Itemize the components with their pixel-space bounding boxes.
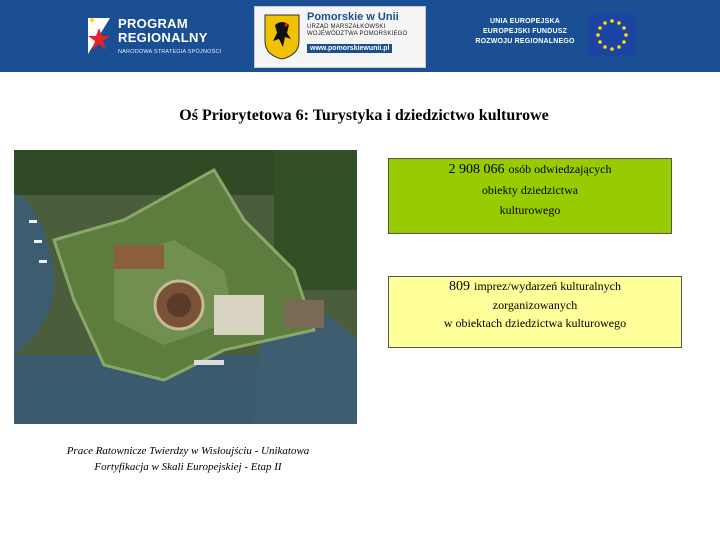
caption-line2: Fortyfikacja w Skali Europejskiej - Etap…	[94, 461, 282, 473]
griffin-shield-icon	[264, 14, 300, 60]
eu-line1: UNIA EUROPEJSKA	[489, 18, 561, 25]
visitors-line1: osób odwiedzających	[508, 162, 612, 176]
events-line1: imprez/wydarzeń kulturalnych	[474, 279, 621, 293]
events-line2: zorganizowanych	[492, 298, 578, 312]
program-subtitle: NARODOWA STRATEGIA SPÓJNOŚCI	[118, 49, 222, 55]
pomorskie-title: Pomorskie w Unii	[307, 11, 399, 23]
visitors-line2: obiekty dziedzictwa	[481, 183, 579, 197]
photo-caption: Prace Ratownicze Twierdzy w Wisłoujściu …	[40, 443, 336, 475]
eu-flag-icon	[588, 14, 636, 56]
eu-fund-label: UNIA EUROPEJSKA EUROPEJSKI FUNDUSZ ROZWO…	[465, 17, 585, 47]
program-title-line2: REGIONALNY	[118, 30, 208, 45]
eu-line2: EUROPEJSKI FUNDUSZ	[482, 28, 568, 35]
events-stat-box: 809 imprez/wydarzeń kulturalnych zorgani…	[388, 276, 682, 348]
visitors-line3: kulturowego	[499, 203, 561, 217]
pomorskie-line3: WOJEWÓDZTWA POMORSKIEGO	[307, 31, 408, 37]
visitors-stat-box: 2 908 066 osób odwiedzających obiekty dz…	[388, 158, 672, 234]
pomorskie-logo: Pomorskie w Unii URZĄD MARSZAŁKOWSKI WOJ…	[254, 6, 426, 68]
caption-line1: Prace Ratownicze Twierdzy w Wisłoujściu …	[66, 445, 310, 457]
eu-line3: ROZWOJU REGIONALNEGO	[475, 38, 575, 45]
program-title-line1: PROGRAM	[118, 16, 188, 31]
program-regionalny-logo: PROGRAM REGIONALNY NARODOWA STRATEGIA SP…	[84, 14, 224, 58]
pomorskie-url-link[interactable]: www.pomorskiewunii.pl	[307, 44, 393, 53]
fortress-aerial-photo	[14, 150, 357, 424]
pomorskie-line2: URZĄD MARSZAŁKOWSKI	[307, 24, 386, 30]
header-banner: PROGRAM REGIONALNY NARODOWA STRATEGIA SP…	[0, 0, 720, 72]
events-line3: w obiektach dziedzictwa kulturowego	[443, 316, 627, 330]
slide-title: Oś Priorytetowa 6: Turystyka i dziedzict…	[179, 107, 549, 124]
visitors-value: 2 908 066	[448, 162, 505, 177]
events-value: 809	[449, 279, 471, 294]
program-star-icon	[88, 18, 110, 54]
